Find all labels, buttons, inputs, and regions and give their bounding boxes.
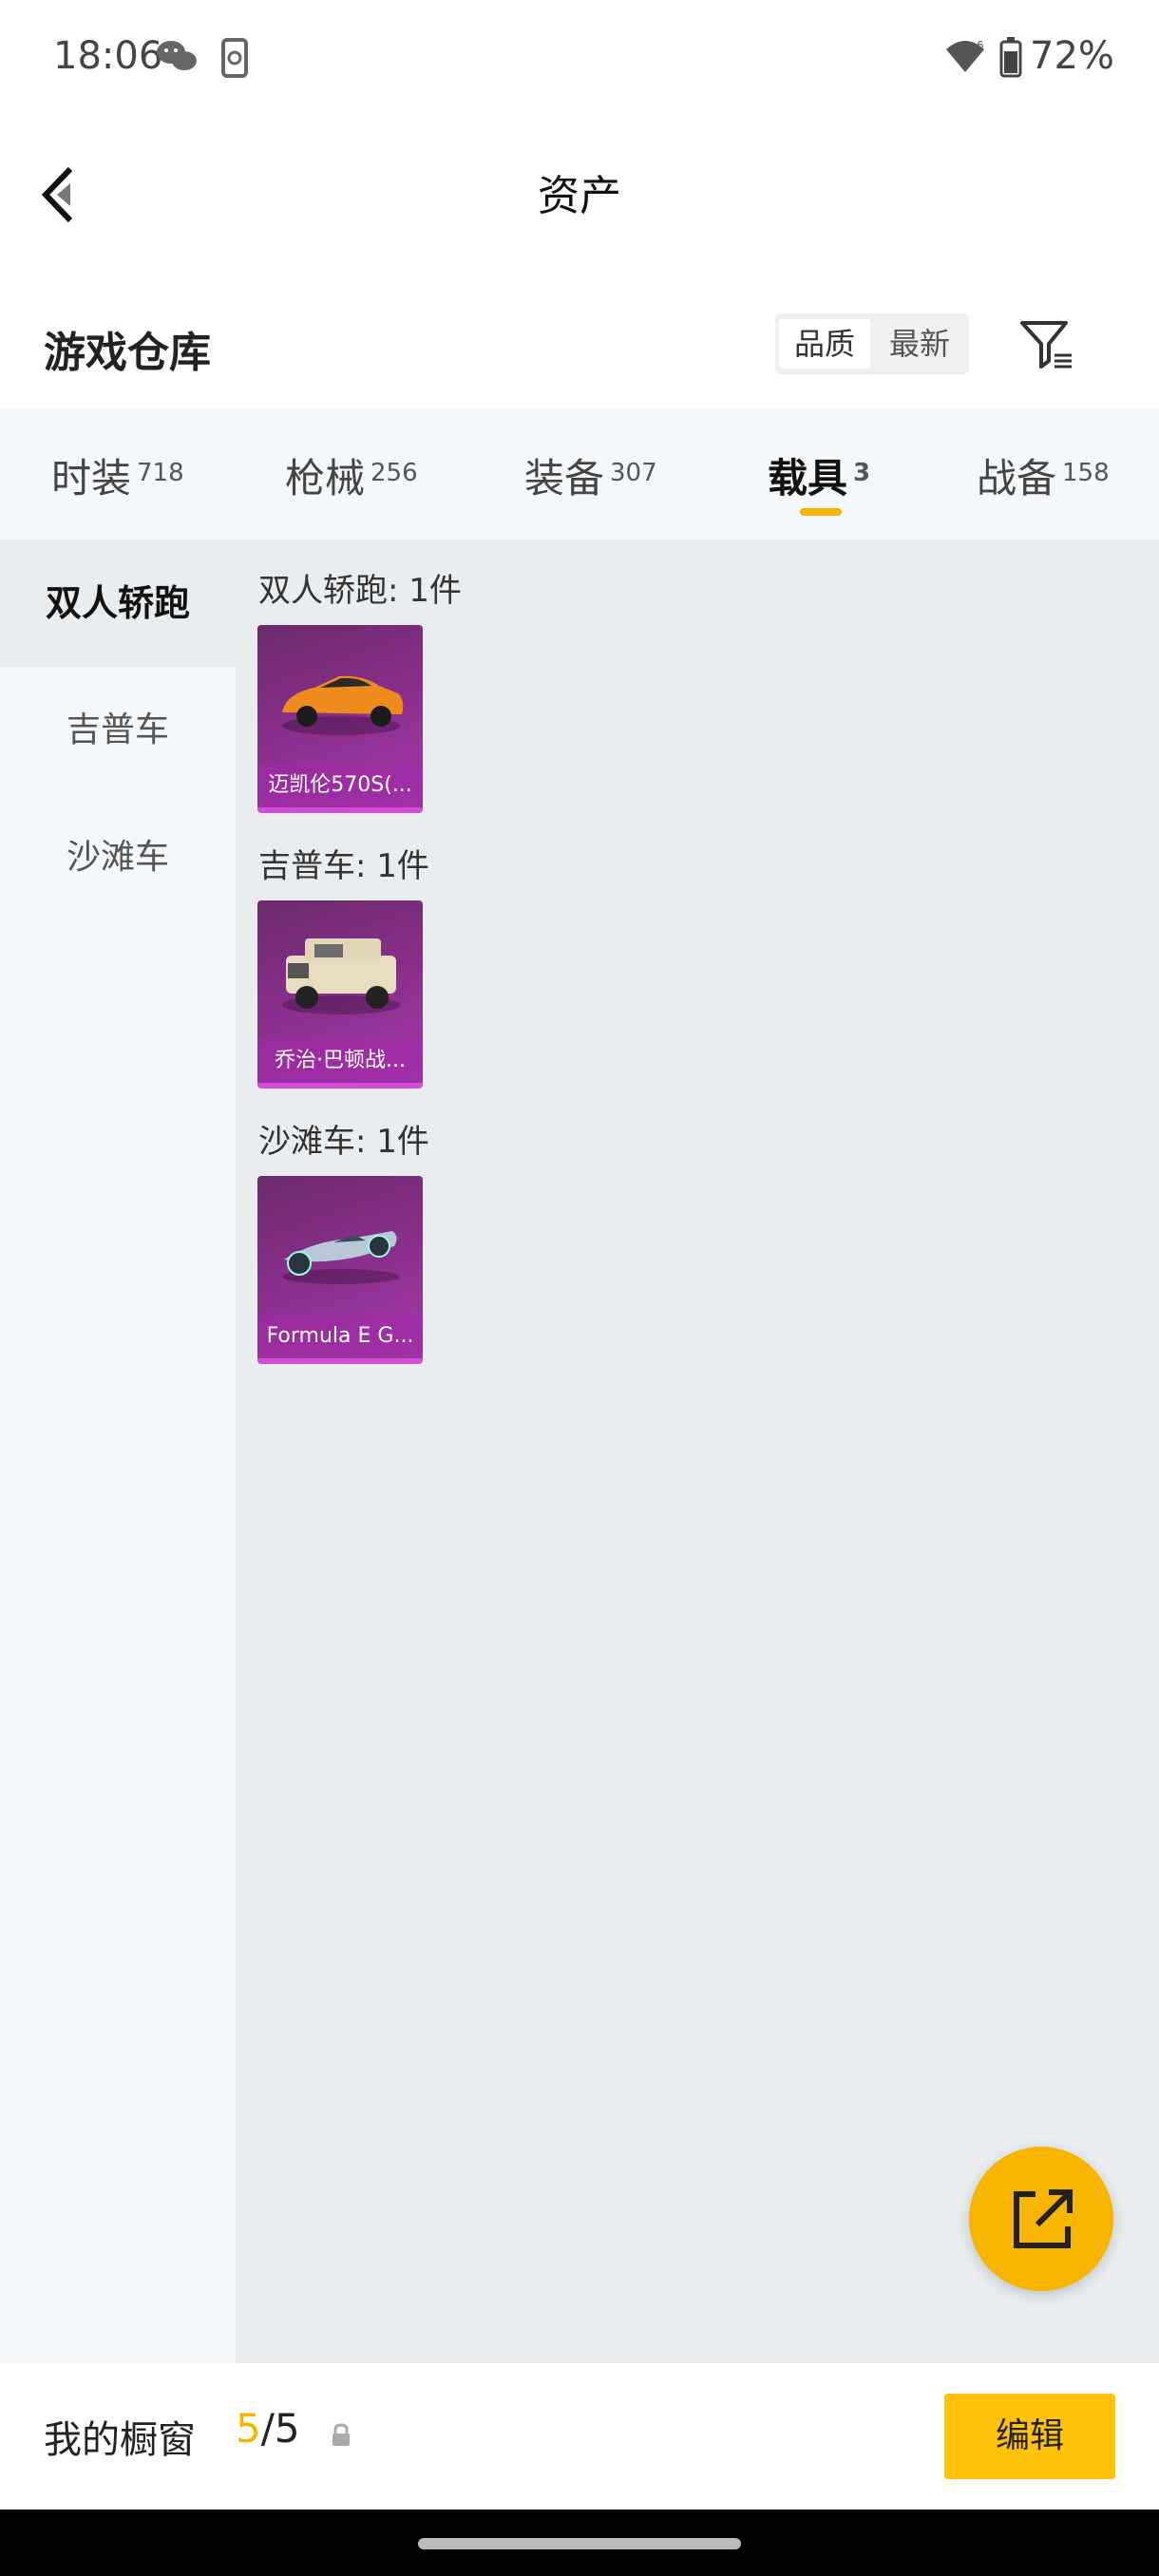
status-time: 18:06: [53, 34, 163, 78]
jeep-image: [282, 938, 400, 1014]
vehicle-type-sidebar: 双人轿跑 吉普车 沙滩车: [0, 540, 236, 2363]
item-list: [236, 540, 1159, 2363]
active-tab-indicator: [800, 508, 842, 516]
tab-fashion[interactable]: 时装 718: [51, 446, 184, 504]
sort-toggle: 品质 最新: [775, 313, 969, 374]
filter-button[interactable]: [1016, 313, 1079, 376]
chevron-left-icon: [28, 166, 86, 241]
home-indicator[interactable]: [418, 2538, 741, 2549]
sidebar-item-jeep[interactable]: 吉普车: [0, 667, 236, 794]
item-name: Formula E G...: [257, 1315, 423, 1358]
edit-button[interactable]: 编辑: [944, 2394, 1115, 2479]
category-tabs: 时装 718 枪械 256 装备 307 载具 3 战备 158: [0, 408, 1159, 540]
tab-weapons[interactable]: 枪械 256: [285, 446, 418, 504]
group-title-jeep: 吉普车: 1件: [258, 847, 429, 885]
showcase-count: 5/5: [236, 2405, 300, 2452]
sort-newest-option[interactable]: 最新: [874, 319, 965, 369]
sidebar-item-buggy[interactable]: 沙滩车: [0, 794, 236, 921]
sort-quality-option[interactable]: 品质: [779, 319, 870, 369]
formula-car-image: [282, 1231, 400, 1284]
tab-equipment[interactable]: 装备 307: [524, 446, 657, 504]
page-title: 资产: [538, 172, 621, 220]
lock-icon: [329, 2422, 353, 2453]
wechat-icon: [156, 38, 198, 83]
tab-battle-gear[interactable]: 战备 158: [977, 446, 1110, 504]
sports-car-image: [282, 675, 404, 735]
phone-sync-icon: [220, 38, 249, 86]
sidebar-item-coupe[interactable]: 双人轿跑: [0, 540, 236, 667]
warehouse-title: 游戏仓库: [44, 329, 211, 377]
item-name: 乔治·巴顿战...: [257, 1039, 423, 1083]
battery-icon: [999, 36, 1022, 82]
share-external-icon: [969, 2189, 1113, 2295]
svg-text:6: 6: [977, 39, 984, 52]
wifi-icon: 6: [944, 38, 986, 80]
item-card[interactable]: Formula E G...: [257, 1176, 423, 1364]
showcase-label: 我的橱窗: [44, 2418, 196, 2462]
item-card[interactable]: 乔治·巴顿战...: [257, 900, 423, 1089]
item-name: 迈凯伦570S(...: [257, 764, 423, 807]
share-button[interactable]: [969, 2147, 1113, 2291]
group-title-coupe: 双人轿跑: 1件: [258, 572, 462, 610]
tab-vehicles[interactable]: 载具 3: [768, 446, 870, 504]
filter-icon: [1016, 321, 1079, 380]
item-card[interactable]: 迈凯伦570S(...: [257, 625, 423, 813]
battery-percent: 72%: [1030, 34, 1114, 78]
group-title-buggy: 沙滩车: 1件: [258, 1123, 429, 1161]
